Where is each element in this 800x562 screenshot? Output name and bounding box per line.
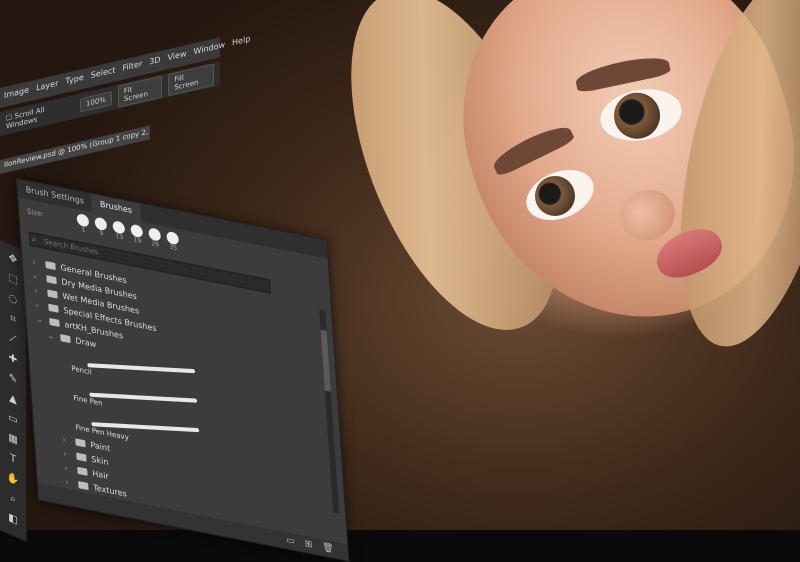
chevron-right-icon: › xyxy=(33,271,38,281)
new-group-icon[interactable]: ▭ xyxy=(286,535,295,547)
preset-size: 26 xyxy=(151,239,160,249)
folder-icon xyxy=(60,333,71,343)
folder-icon xyxy=(76,452,87,462)
folder-icon xyxy=(75,437,86,447)
trash-icon[interactable]: 🗑 xyxy=(322,542,334,554)
preset-size: 35 xyxy=(169,243,178,253)
eyedropper-tool-icon[interactable]: ⟋ xyxy=(6,331,20,349)
chevron-right-icon: › xyxy=(35,299,39,310)
folder-icon xyxy=(47,288,58,299)
color-swatches-icon[interactable]: ◧ xyxy=(6,511,20,529)
preset-size: 13 xyxy=(115,232,124,242)
preset-size: 9 xyxy=(99,229,104,238)
chevron-down-icon: ⌄ xyxy=(47,330,55,341)
size-label: Size: xyxy=(26,207,45,219)
gradient-tool-icon[interactable]: ▦ xyxy=(6,431,20,449)
brush-tool-icon[interactable]: ✎ xyxy=(6,371,20,389)
brushes-panel: Brush Settings Brushes Size: 1 9 13 19 2… xyxy=(16,178,350,562)
scrollbar-thumb[interactable] xyxy=(320,329,331,392)
search-icon: ⌕ xyxy=(31,234,37,245)
folder-icon xyxy=(46,274,57,284)
preset-size: 1 xyxy=(81,226,86,234)
new-brush-icon[interactable]: ⊞ xyxy=(304,539,312,551)
chevron-down-icon: ⌄ xyxy=(36,313,44,325)
stamp-tool-icon[interactable]: ▲ xyxy=(6,391,20,409)
chevron-right-icon: › xyxy=(62,434,66,445)
folder-icon xyxy=(78,480,89,490)
folder-label: Skin xyxy=(91,453,109,467)
chevron-right-icon: › xyxy=(63,448,67,459)
hand-tool-icon[interactable]: ✋ xyxy=(6,471,20,489)
crop-tool-icon[interactable]: ⌗ xyxy=(6,311,20,329)
preset-6[interactable]: 35 xyxy=(166,230,180,253)
lasso-tool-icon[interactable]: ◌ xyxy=(6,291,20,309)
chevron-right-icon: › xyxy=(64,462,68,473)
folder-icon xyxy=(77,466,88,476)
zoom-tool-icon[interactable]: ⌕ xyxy=(6,491,20,509)
folder-icon xyxy=(45,260,56,270)
healing-tool-icon[interactable]: ✚ xyxy=(6,351,20,369)
chevron-right-icon: › xyxy=(34,285,39,296)
chevron-right-icon: › xyxy=(32,256,37,267)
type-tool-icon[interactable]: T xyxy=(6,451,20,469)
scroll-all-label: Scroll All Windows xyxy=(6,105,45,131)
folder-label: Hair xyxy=(92,468,110,481)
preset-5[interactable]: 26 xyxy=(148,227,162,249)
artwork-iris xyxy=(610,89,664,143)
move-tool-icon[interactable]: ✥ xyxy=(6,251,20,269)
menu-item-3d[interactable]: 3D xyxy=(149,55,160,74)
preset-2[interactable]: 9 xyxy=(94,216,108,239)
preset-4[interactable]: 19 xyxy=(130,223,144,246)
marquee-tool-icon[interactable]: ⬚ xyxy=(6,271,20,289)
folder-icon xyxy=(49,317,60,327)
eraser-tool-icon[interactable]: ▭ xyxy=(6,411,20,429)
preset-size: 19 xyxy=(133,236,142,245)
preset-3[interactable]: 13 xyxy=(112,220,126,242)
chevron-right-icon: › xyxy=(65,476,69,487)
preset-1[interactable]: 1 xyxy=(76,213,90,235)
folder-label: Paint xyxy=(90,439,111,453)
folder-icon xyxy=(48,303,59,313)
zoom-100-button[interactable]: 100% xyxy=(79,91,112,113)
